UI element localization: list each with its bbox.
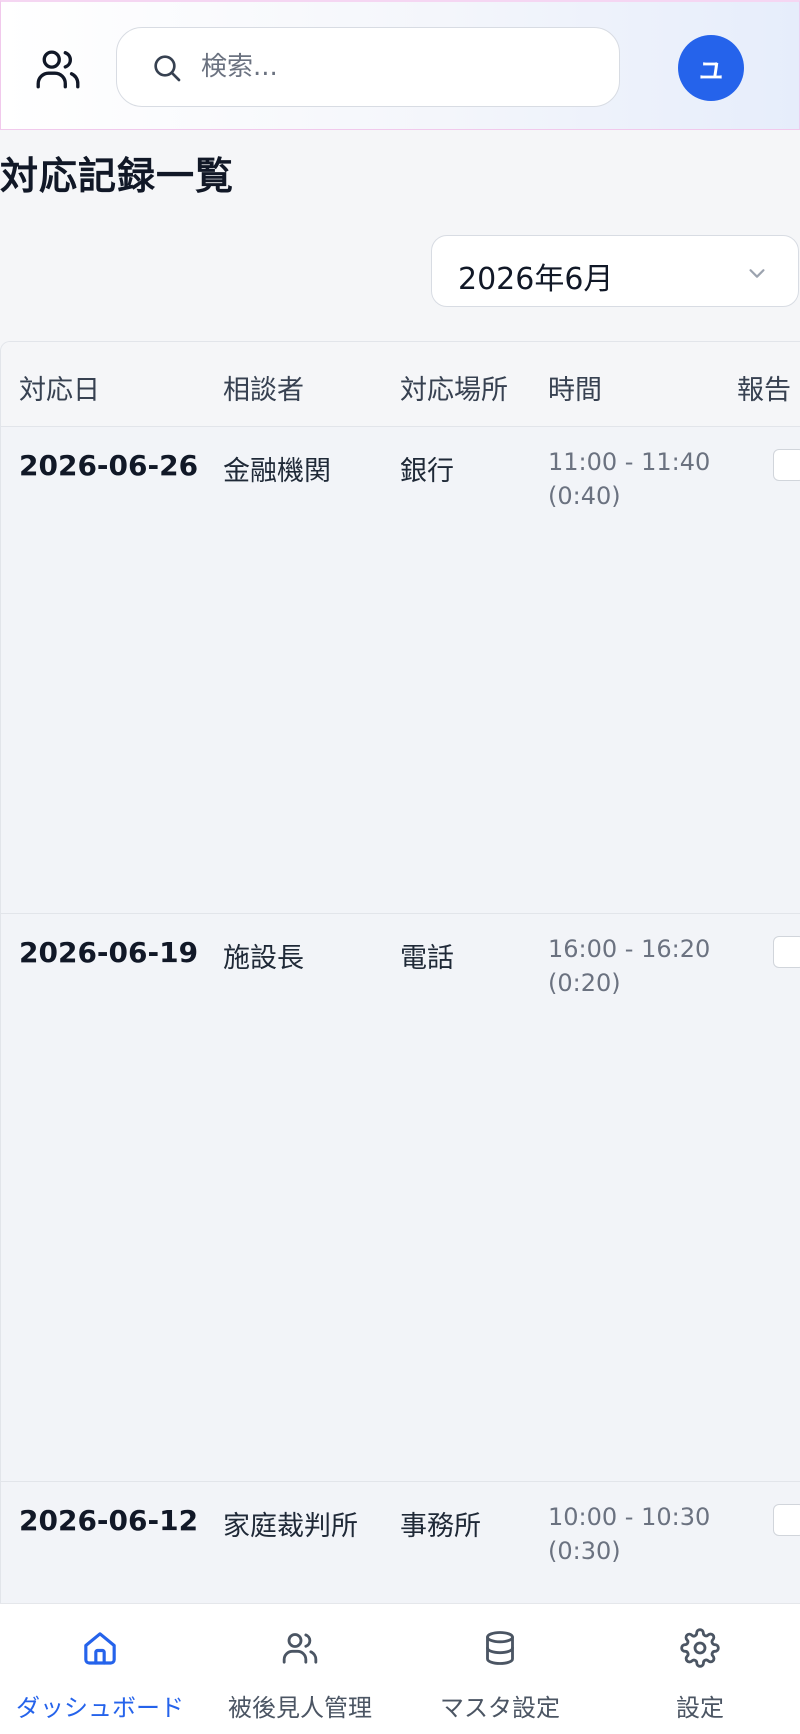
time-duration: (0:20) bbox=[548, 969, 621, 997]
search-box[interactable] bbox=[116, 27, 620, 107]
table-row[interactable]: 2026-06-19 施設長 電話 16:00 - 16:20 (0:20) bbox=[1, 914, 800, 1482]
avatar[interactable]: ユ bbox=[678, 35, 744, 101]
records-table: 対応日 相談者 対応場所 時間 報告 2026-06-26 金融機関 銀行 11… bbox=[0, 341, 800, 1604]
cell-time: 10:00 - 10:30 (0:30) bbox=[548, 1500, 710, 1568]
time-duration: (0:40) bbox=[548, 482, 621, 510]
home-icon bbox=[84, 1632, 116, 1665]
table-row[interactable]: 2026-06-12 家庭裁判所 事務所 10:00 - 10:30 (0:30… bbox=[1, 1482, 800, 1604]
report-checkbox[interactable] bbox=[773, 936, 800, 968]
cell-time: 16:00 - 16:20 (0:20) bbox=[548, 932, 710, 1000]
database-icon bbox=[486, 1631, 514, 1665]
time-range: 11:00 - 11:40 bbox=[548, 448, 711, 476]
nav-label: 被後見人管理 bbox=[228, 1694, 372, 1722]
cell-time: 11:00 - 11:40 (0:40) bbox=[548, 445, 710, 513]
time-duration: (0:30) bbox=[548, 1537, 621, 1565]
gear-icon bbox=[680, 1628, 720, 1668]
nav-label: マスタ設定 bbox=[440, 1694, 560, 1722]
users-icon[interactable] bbox=[33, 44, 83, 94]
table-row[interactable]: 2026-06-26 金融機関 銀行 11:00 - 11:40 (0:40) bbox=[1, 427, 800, 914]
time-range: 10:00 - 10:30 bbox=[548, 1503, 711, 1531]
time-range: 16:00 - 16:20 bbox=[548, 935, 711, 963]
search-input[interactable] bbox=[201, 28, 601, 106]
column-header-report[interactable]: 報告 bbox=[737, 368, 791, 407]
page-title: 対応記録一覧 bbox=[0, 154, 235, 198]
column-header-consultant[interactable]: 相談者 bbox=[223, 368, 304, 407]
chevron-down-icon bbox=[749, 269, 765, 278]
top-header: ユ bbox=[0, 0, 800, 130]
nav-item-wards[interactable]: 被後見人管理 bbox=[200, 1604, 400, 1734]
nav-label: 設定 bbox=[676, 1694, 724, 1722]
cell-place: 電話 bbox=[400, 943, 454, 974]
nav-item-settings[interactable]: 設定 bbox=[600, 1604, 800, 1734]
cell-place: 銀行 bbox=[400, 456, 454, 487]
search-icon bbox=[154, 55, 181, 82]
report-checkbox[interactable] bbox=[773, 1504, 800, 1536]
cell-place: 事務所 bbox=[400, 1511, 481, 1542]
month-select-value: 2026年6月 bbox=[458, 262, 614, 297]
column-header-place[interactable]: 対応場所 bbox=[400, 368, 508, 407]
bottom-nav: ダッシュボード 被後見人管理 マスタ設定 設定 bbox=[0, 1603, 800, 1734]
report-checkbox[interactable] bbox=[773, 449, 800, 481]
month-select[interactable]: 2026年6月 bbox=[431, 235, 799, 307]
cell-date: 2026-06-19 bbox=[19, 936, 199, 969]
cell-consultant: 金融機関 bbox=[223, 456, 331, 487]
users-icon bbox=[282, 1633, 318, 1664]
column-header-time[interactable]: 時間 bbox=[548, 368, 602, 407]
cell-consultant: 家庭裁判所 bbox=[223, 1511, 358, 1542]
table-header: 対応日 相談者 対応場所 時間 報告 bbox=[1, 342, 800, 427]
cell-date: 2026-06-26 bbox=[19, 449, 199, 482]
cell-date: 2026-06-12 bbox=[19, 1504, 199, 1537]
nav-item-dashboard[interactable]: ダッシュボード bbox=[0, 1604, 200, 1734]
nav-item-master-settings[interactable]: マスタ設定 bbox=[400, 1604, 600, 1734]
nav-label: ダッシュボード bbox=[16, 1694, 184, 1722]
column-header-date[interactable]: 対応日 bbox=[19, 368, 100, 407]
cell-consultant: 施設長 bbox=[223, 943, 304, 974]
